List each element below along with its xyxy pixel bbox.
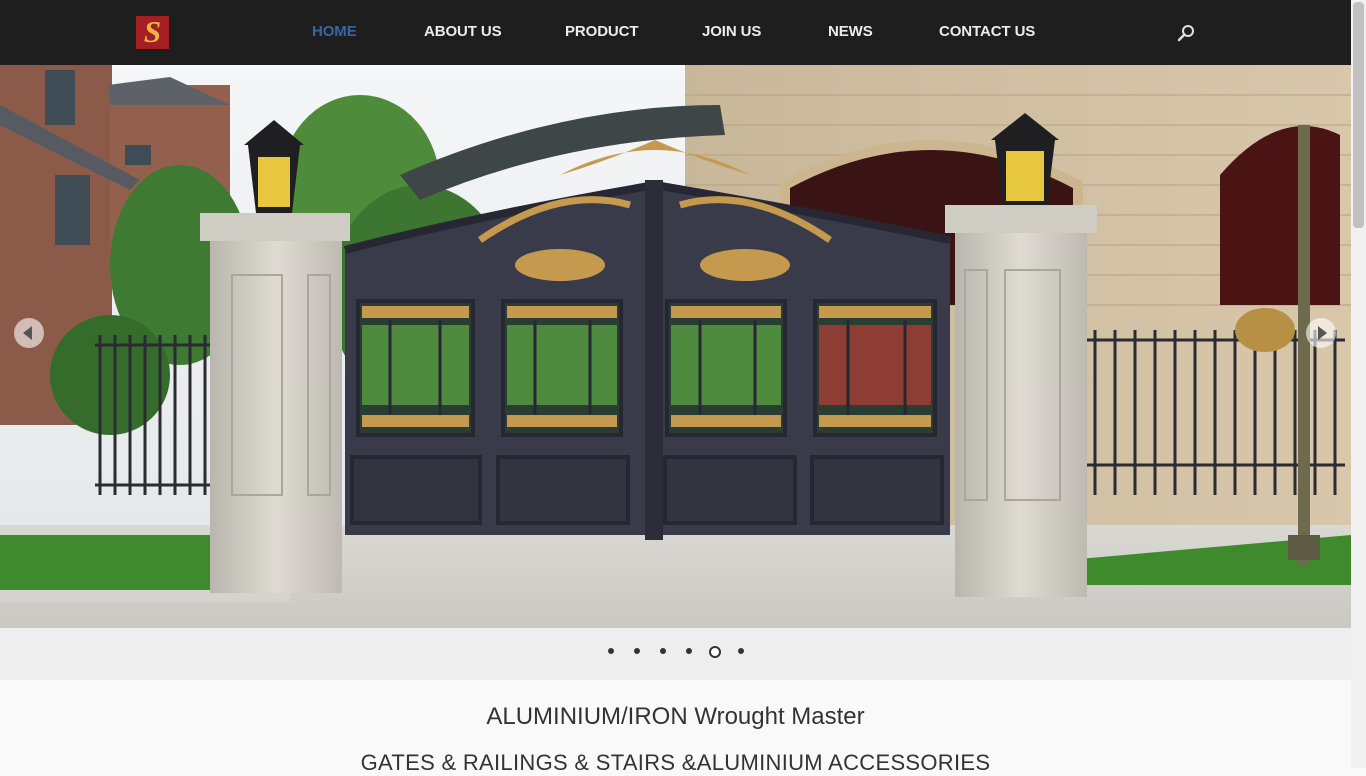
section-subtitle: GATES & RAILINGS & STAIRS &ALUMINIUM ACC… — [360, 750, 991, 775]
intro-section: ALUMINIUM/IRON Wrought Master GATES & RA… — [0, 680, 1351, 775]
slide-image-gate — [0, 65, 1351, 628]
slide-dot-6[interactable] — [738, 648, 744, 654]
nav-join-us[interactable]: JOIN US — [702, 23, 761, 40]
logo-letter: S — [143, 14, 162, 49]
top-navbar: S HOME ABOUT US PRODUCT JOIN US NEWS CON… — [0, 0, 1351, 65]
scrollbar-thumb[interactable] — [1353, 2, 1364, 228]
slide-dot-3[interactable] — [660, 648, 666, 654]
nav-about-us[interactable]: ABOUT US — [424, 23, 502, 40]
slide-dot-2[interactable] — [634, 648, 640, 654]
nav-contact-us[interactable]: CONTACT US — [939, 23, 1035, 40]
arrow-right-icon — [1318, 326, 1327, 340]
page-scrollbar[interactable] — [1351, 0, 1366, 768]
nav-home[interactable]: HOME — [312, 23, 357, 40]
nav-product[interactable]: PRODUCT — [565, 23, 639, 40]
slider-pagination — [0, 628, 1351, 680]
slider-next-button[interactable] — [1306, 318, 1336, 348]
slider-prev-button[interactable] — [14, 318, 44, 348]
slide-dot-1[interactable] — [608, 648, 614, 654]
company-logo[interactable]: S — [136, 14, 169, 49]
nav-news[interactable]: NEWS — [828, 23, 873, 40]
slide-dot-5[interactable] — [709, 646, 721, 658]
arrow-left-icon — [23, 326, 32, 340]
search-icon[interactable] — [1176, 23, 1196, 43]
section-title: ALUMINIUM/IRON Wrought Master — [486, 703, 865, 730]
slide-dot-4[interactable] — [686, 648, 692, 654]
hero-slider — [0, 65, 1351, 628]
